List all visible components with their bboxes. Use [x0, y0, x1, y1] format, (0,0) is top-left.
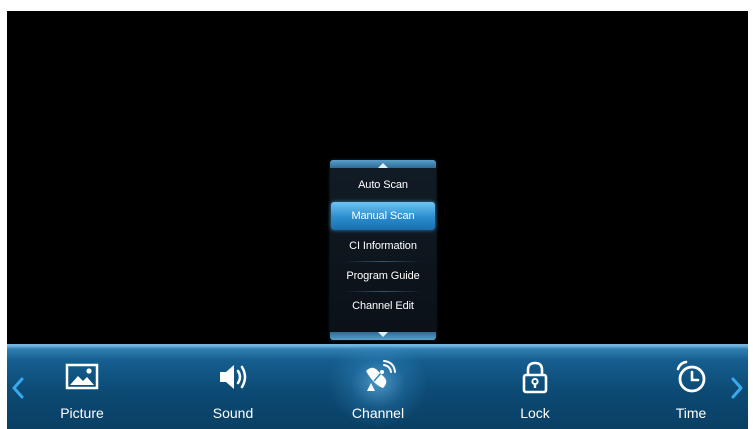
left-arrow-icon[interactable] — [10, 374, 26, 402]
scroll-down-bar[interactable] — [330, 332, 436, 340]
submenu-item-ci-information[interactable]: CI Information — [330, 232, 436, 260]
tab-label: Channel — [351, 405, 405, 421]
speaker-icon — [220, 365, 247, 389]
tab-label: Picture — [60, 405, 104, 421]
lock-icon — [522, 361, 548, 394]
tab-time[interactable]: Time — [641, 345, 741, 429]
submenu-item-auto-scan[interactable]: Auto Scan — [330, 171, 436, 199]
tab-lock[interactable]: Lock — [485, 345, 585, 429]
right-arrow-icon[interactable] — [729, 374, 745, 402]
submenu-item-program-guide[interactable]: Program Guide — [330, 262, 436, 290]
scroll-up-arrow-icon — [378, 163, 388, 168]
scroll-down-arrow-icon — [378, 332, 388, 337]
submenu-item-manual-scan[interactable]: Manual Scan — [331, 202, 435, 230]
scroll-up-bar[interactable] — [330, 160, 436, 168]
clock-icon — [676, 360, 706, 393]
tv-screen: Auto Scan Manual Scan CI Information Pro… — [7, 11, 748, 429]
submenu-item-channel-edit[interactable]: Channel Edit — [330, 292, 436, 320]
tab-sound[interactable]: Sound — [183, 345, 283, 429]
tab-label: Sound — [212, 405, 254, 421]
main-menu-bar: Picture Sound Channel Lock Time — [7, 344, 748, 429]
tab-picture[interactable]: Picture — [32, 345, 132, 429]
tab-channel[interactable]: Channel — [328, 345, 428, 429]
channel-submenu: Auto Scan Manual Scan CI Information Pro… — [330, 160, 436, 340]
tab-label: Lock — [520, 405, 550, 421]
tab-label: Time — [675, 405, 707, 421]
satellite-dish-icon — [366, 360, 396, 391]
picture-icon — [65, 363, 99, 390]
